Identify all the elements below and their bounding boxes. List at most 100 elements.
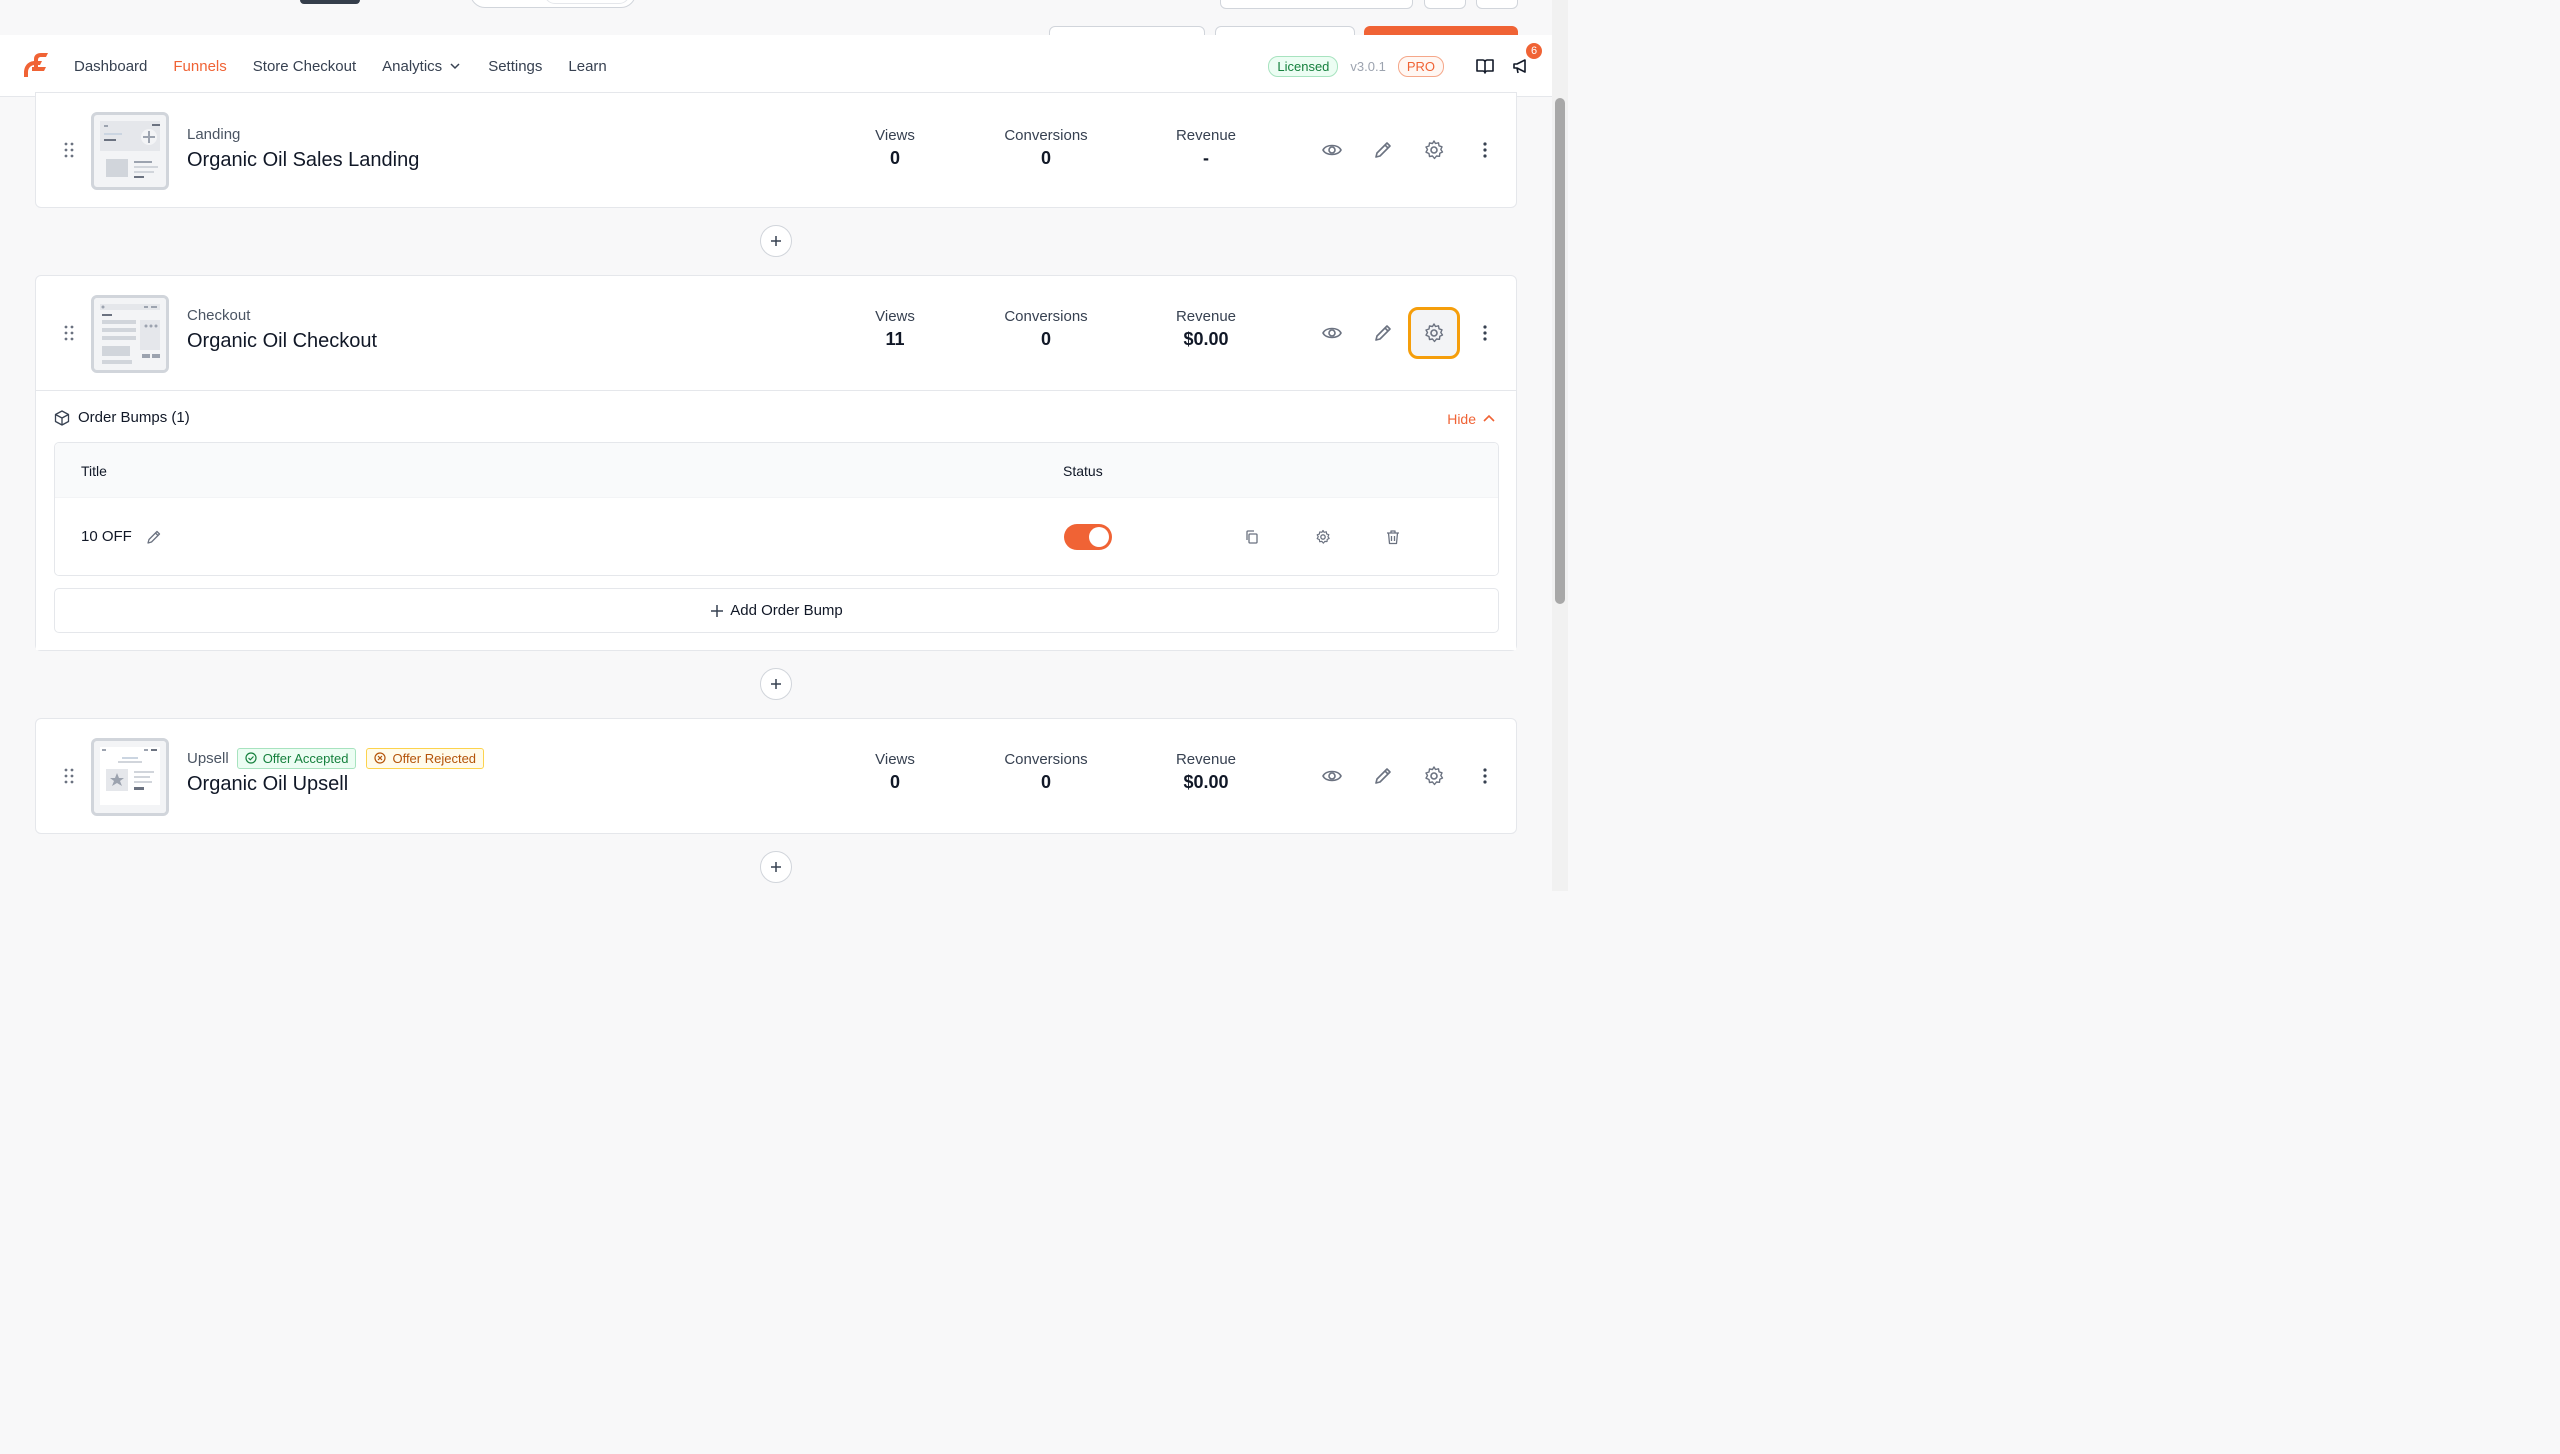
views-value: 11: [885, 329, 905, 349]
step-type-label: Upsell: [187, 749, 229, 767]
nav-dashboard[interactable]: Dashboard: [74, 35, 147, 97]
revenue-label: Revenue: [1175, 308, 1237, 325]
plus-icon: [771, 679, 781, 689]
step-settings-button[interactable]: [1408, 124, 1460, 176]
license-status-badge: Licensed: [1268, 55, 1339, 77]
nav-learn[interactable]: Learn: [568, 35, 606, 97]
duplicate-order-bump-button[interactable]: [1241, 526, 1263, 548]
docs-book-icon[interactable]: [1474, 55, 1496, 77]
step-type-label: Checkout: [187, 306, 251, 324]
revenue-metric: Revenue -: [1161, 127, 1251, 169]
step-more-menu-button[interactable]: [1459, 124, 1511, 176]
gear-icon: [1425, 323, 1444, 343]
plus-icon: [771, 862, 781, 872]
revenue-label: Revenue: [1175, 127, 1237, 144]
revenue-metric: Revenue $0.00: [1161, 751, 1251, 793]
edit-step-button[interactable]: [1357, 750, 1409, 802]
plus-icon: [711, 604, 724, 617]
revenue-label: Revenue: [1175, 751, 1237, 768]
funnel-step-card-upsell: Upsell Offer Accepted Offer Rejected Org…: [35, 718, 1517, 834]
eye-icon: [1322, 770, 1342, 782]
page-scrollbar[interactable]: [1552, 0, 1568, 891]
step-more-menu-button[interactable]: [1459, 307, 1511, 359]
add-step-button[interactable]: [760, 668, 792, 700]
open-link-button[interactable]: [1476, 0, 1518, 9]
step-settings-button[interactable]: [1408, 307, 1460, 359]
column-status-header: Status: [1063, 463, 1103, 479]
offer-accepted-badge[interactable]: Offer Accepted: [236, 747, 357, 769]
nav-settings[interactable]: Settings: [488, 35, 542, 97]
nav-funnels[interactable]: Funnels: [169, 35, 232, 97]
views-metric: Views 11: [856, 308, 934, 350]
table-header: Title Status: [55, 443, 1498, 497]
drag-handle-icon[interactable]: [62, 719, 76, 833]
step-name[interactable]: Organic Oil Upsell: [187, 773, 484, 796]
order-bump-title: 10 OFF: [81, 528, 132, 545]
revenue-metric: Revenue $0.00: [1161, 308, 1251, 350]
view-step-button[interactable]: [1306, 307, 1358, 359]
chevron-down-icon: [450, 63, 460, 70]
funnel-step-card-checkout: Checkout Organic Oil Checkout Views 11 C…: [35, 275, 1517, 651]
step-name[interactable]: Organic Oil Sales Landing: [187, 149, 419, 172]
pencil-icon: [1375, 142, 1391, 158]
delete-order-bump-button[interactable]: [1382, 526, 1404, 548]
drag-handle-icon[interactable]: [62, 93, 76, 207]
view-step-button[interactable]: [1306, 124, 1358, 176]
hide-label: Hide: [1447, 411, 1476, 427]
copy-link-button[interactable]: [1424, 0, 1466, 9]
step-settings-button[interactable]: [1408, 750, 1460, 802]
order-bumps-heading: Order Bumps (1): [54, 409, 190, 426]
cartflows-logo-icon[interactable]: [20, 51, 50, 81]
step-thumbnail[interactable]: [91, 295, 169, 373]
funnel-step-card-landing: Landing Organic Oil Sales Landing Views …: [35, 92, 1517, 208]
conversions-value: 0: [1040, 772, 1051, 792]
order-bumps-table: Title Status 10 OFF: [54, 442, 1499, 576]
notification-count-badge: 6: [1524, 41, 1544, 61]
toggle-knob: [1089, 527, 1109, 547]
conversions-metric: Conversions 0: [991, 127, 1101, 169]
step-thumbnail[interactable]: [91, 112, 169, 190]
views-value: 0: [889, 772, 900, 792]
step-more-menu-button[interactable]: [1459, 750, 1511, 802]
edit-step-button[interactable]: [1357, 307, 1409, 359]
edit-step-button[interactable]: [1357, 124, 1409, 176]
more-vertical-icon: [1483, 325, 1487, 341]
order-bump-settings-button[interactable]: [1312, 526, 1334, 548]
announcements-megaphone-icon[interactable]: 6: [1510, 41, 1544, 77]
conversions-metric: Conversions 0: [991, 308, 1101, 350]
edit-title-pencil-icon[interactable]: [146, 529, 162, 545]
pencil-icon: [1375, 325, 1391, 341]
nav-store-checkout[interactable]: Store Checkout: [253, 35, 356, 97]
more-vertical-icon: [1483, 142, 1487, 158]
views-metric: Views 0: [856, 751, 934, 793]
main-navbar: Dashboard Funnels Store Checkout Analyti…: [0, 35, 1552, 97]
funnel-status-switch[interactable]: [544, 0, 630, 4]
step-name[interactable]: Organic Oil Checkout: [187, 330, 377, 353]
gear-icon: [1425, 766, 1444, 786]
hide-order-bumps-button[interactable]: Hide: [1447, 411, 1496, 427]
add-order-bump-button[interactable]: Add Order Bump: [54, 588, 1499, 633]
step-thumbnail[interactable]: [91, 738, 169, 816]
conversions-value: 0: [1040, 148, 1051, 168]
views-label: Views: [875, 308, 915, 325]
more-vertical-icon: [1483, 768, 1487, 784]
add-step-button[interactable]: [760, 225, 792, 257]
nav-analytics[interactable]: Analytics: [382, 35, 462, 97]
chevron-up-icon: [1483, 414, 1495, 422]
order-bump-status-toggle[interactable]: [1064, 524, 1112, 550]
view-step-button[interactable]: [1306, 750, 1358, 802]
revenue-value: $0.00: [1183, 772, 1229, 792]
conversions-label: Conversions: [1004, 308, 1088, 325]
nav-analytics-label: Analytics: [382, 57, 443, 75]
drag-handle-icon[interactable]: [62, 276, 76, 390]
table-row: 10 OFF: [55, 497, 1498, 575]
add-step-button[interactable]: [760, 851, 792, 883]
plus-icon: [771, 236, 781, 246]
scrollbar-thumb[interactable]: [1555, 98, 1565, 604]
pro-badge: PRO: [1397, 55, 1444, 77]
funnel-link-field[interactable]: [1220, 0, 1413, 9]
offer-rejected-badge[interactable]: Offer Rejected: [366, 747, 485, 769]
step-type-label: Landing: [187, 125, 241, 143]
copy-icon: [1246, 530, 1258, 544]
views-label: Views: [875, 127, 915, 144]
